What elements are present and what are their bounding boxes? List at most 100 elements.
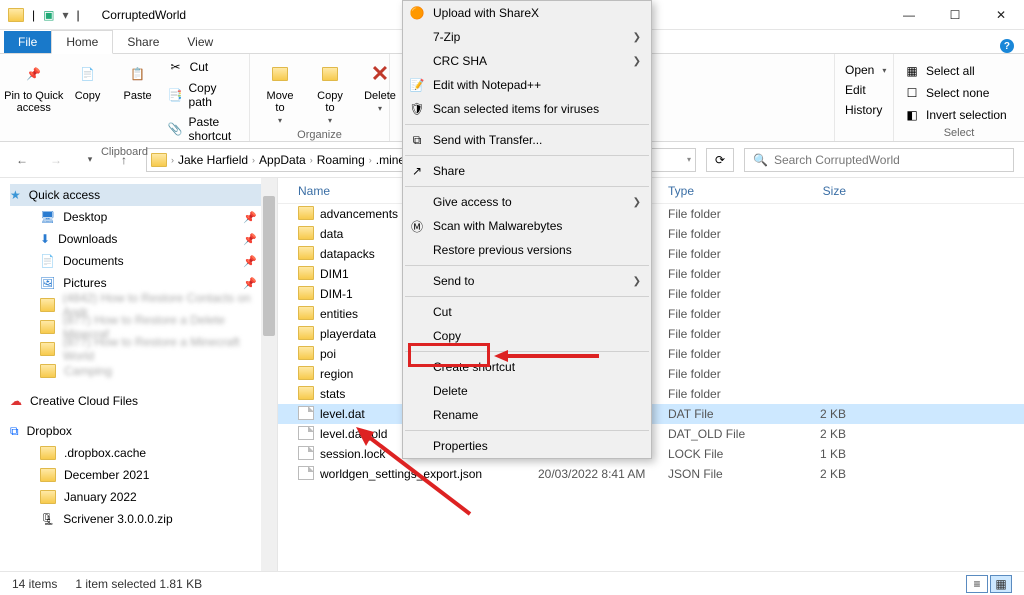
context-menu: 🟠Upload with ShareX7-Zip❯CRC SHA❯📝Edit w… — [402, 0, 652, 459]
open-button[interactable]: Open▾ — [843, 62, 888, 78]
menu-item[interactable]: ↗Share — [403, 159, 651, 183]
qat-chevron-icon[interactable]: ▾ — [62, 8, 68, 22]
refresh-button[interactable]: ⟳ — [706, 148, 734, 172]
file-icon — [298, 406, 314, 423]
submenu-arrow-icon: ❯ — [633, 56, 641, 67]
submenu-arrow-icon: ❯ — [633, 197, 641, 208]
select-all-icon: ▦ — [904, 63, 920, 79]
icons-view-button[interactable]: ▦ — [990, 575, 1012, 593]
search-input[interactable]: 🔍 Search CorruptedWorld — [744, 148, 1014, 172]
cut-button[interactable]: ✂Cut — [166, 58, 241, 76]
star-icon: ★ — [10, 188, 21, 202]
close-button[interactable]: ✕ — [978, 0, 1024, 30]
menu-item[interactable]: Delete — [403, 379, 651, 403]
copy-button[interactable]: 📄 Copy — [66, 58, 110, 104]
menu-item[interactable]: CRC SHA❯ — [403, 49, 651, 73]
nav-scrollbar[interactable] — [261, 178, 277, 571]
paste-icon: 📋 — [124, 60, 152, 88]
minimize-button[interactable]: — — [886, 0, 932, 30]
select-none-button[interactable]: ☐Select none — [902, 84, 1009, 102]
invert-icon: ◧ — [904, 107, 920, 123]
scissors-icon: ✂ — [168, 59, 184, 75]
paste-button[interactable]: 📋 Paste — [116, 58, 160, 104]
edit-button[interactable]: Edit — [843, 82, 888, 98]
nav-pane: ★Quick access 🖥Desktop📌 ⬇Downloads📌 📄Doc… — [0, 178, 278, 571]
share-icon: ↗ — [409, 163, 425, 179]
nav-folder[interactable]: January 2022 — [10, 486, 277, 508]
menu-item[interactable]: 🟠Upload with ShareX — [403, 1, 651, 25]
nav-quick-access[interactable]: ★Quick access — [10, 184, 277, 206]
tab-home[interactable]: Home — [51, 30, 113, 54]
menu-separator — [405, 124, 649, 125]
qat-check-icon[interactable]: ▣ — [43, 8, 54, 22]
nav-desktop[interactable]: 🖥Desktop📌 — [10, 206, 277, 228]
select-all-button[interactable]: ▦Select all — [902, 62, 1009, 80]
folder-icon — [298, 386, 314, 403]
move-to-button[interactable]: Move to▾ — [258, 58, 302, 127]
menu-item[interactable]: ⓂScan with Malwarebytes — [403, 214, 651, 238]
folder-icon — [298, 286, 314, 303]
invert-selection-button[interactable]: ◧Invert selection — [902, 106, 1009, 124]
shield-icon: 🛡 — [409, 101, 425, 117]
menu-item[interactable]: 7-Zip❯ — [403, 25, 651, 49]
mwb-icon: Ⓜ — [409, 218, 425, 234]
tab-share[interactable]: Share — [113, 31, 173, 53]
nav-folder[interactable]: Camping — [10, 360, 277, 382]
menu-item[interactable]: Restore previous versions — [403, 238, 651, 262]
menu-item[interactable]: ⧉Send with Transfer... — [403, 128, 651, 152]
folder-icon — [298, 266, 314, 283]
scrollbar-thumb[interactable] — [263, 196, 275, 336]
zip-icon: 🗜 — [40, 512, 55, 526]
copy-to-button[interactable]: Copy to▾ — [308, 58, 352, 127]
folder-icon — [40, 342, 55, 356]
nav-folder[interactable]: .dropbox.cache — [10, 442, 277, 464]
file-icon — [298, 446, 314, 463]
npp-icon: 📝 — [409, 77, 425, 93]
nav-dropbox[interactable]: ⧉Dropbox — [10, 420, 277, 442]
menu-separator — [405, 186, 649, 187]
file-icon — [298, 466, 314, 483]
path-dropdown-icon[interactable]: ▾ — [687, 155, 691, 164]
nav-file[interactable]: 🗜Scrivener 3.0.0.0.zip — [10, 508, 277, 530]
copy-path-button[interactable]: 📑Copy path — [166, 80, 241, 110]
documents-icon: 📄 — [40, 254, 55, 268]
submenu-arrow-icon: ❯ — [633, 32, 641, 43]
details-view-button[interactable]: ≡ — [966, 575, 988, 593]
folder-icon — [298, 226, 314, 243]
app-icon — [8, 8, 24, 22]
folder-icon — [298, 346, 314, 363]
menu-item[interactable]: Give access to❯ — [403, 190, 651, 214]
select-none-icon: ☐ — [904, 85, 920, 101]
folder-icon — [298, 366, 314, 383]
menu-separator — [405, 155, 649, 156]
nav-folder[interactable]: December 2021 — [10, 464, 277, 486]
folder-icon — [40, 468, 56, 482]
nav-documents[interactable]: 📄Documents📌 — [10, 250, 277, 272]
pin-icon: 📌 — [243, 233, 257, 246]
menu-item[interactable]: Cut — [403, 300, 651, 324]
folder-icon — [298, 246, 314, 263]
tab-file[interactable]: File — [4, 31, 51, 53]
cloud-icon: ☁ — [10, 394, 22, 408]
column-type[interactable]: Type — [668, 184, 786, 198]
path-icon: 📑 — [168, 87, 183, 103]
paste-shortcut-button[interactable]: 📎Paste shortcut — [166, 114, 241, 144]
tab-view[interactable]: View — [173, 31, 227, 53]
group-caption: Select — [902, 125, 1016, 139]
nav-creative-cloud[interactable]: ☁Creative Cloud Files — [10, 390, 277, 412]
nav-downloads[interactable]: ⬇Downloads📌 — [10, 228, 277, 250]
help-icon[interactable]: ? — [1000, 39, 1014, 53]
window-title: CorruptedWorld — [102, 8, 186, 22]
nav-folder[interactable]: (877) How to Restore a Minecraft World — [10, 338, 277, 360]
menu-item[interactable]: Copy — [403, 324, 651, 348]
annotation-arrow — [494, 346, 604, 366]
status-item-count: 14 items — [12, 577, 57, 591]
menu-item[interactable]: 📝Edit with Notepad++ — [403, 73, 651, 97]
pin-to-quick-access-button[interactable]: 📌 Pin to Quick access — [8, 58, 60, 116]
menu-item[interactable]: Send to❯ — [403, 269, 651, 293]
menu-item[interactable]: 🛡Scan selected items for viruses — [403, 97, 651, 121]
history-button[interactable]: History — [843, 102, 888, 118]
column-size[interactable]: Size — [786, 184, 846, 198]
maximize-button[interactable]: ☐ — [932, 0, 978, 30]
menu-separator — [405, 265, 649, 266]
